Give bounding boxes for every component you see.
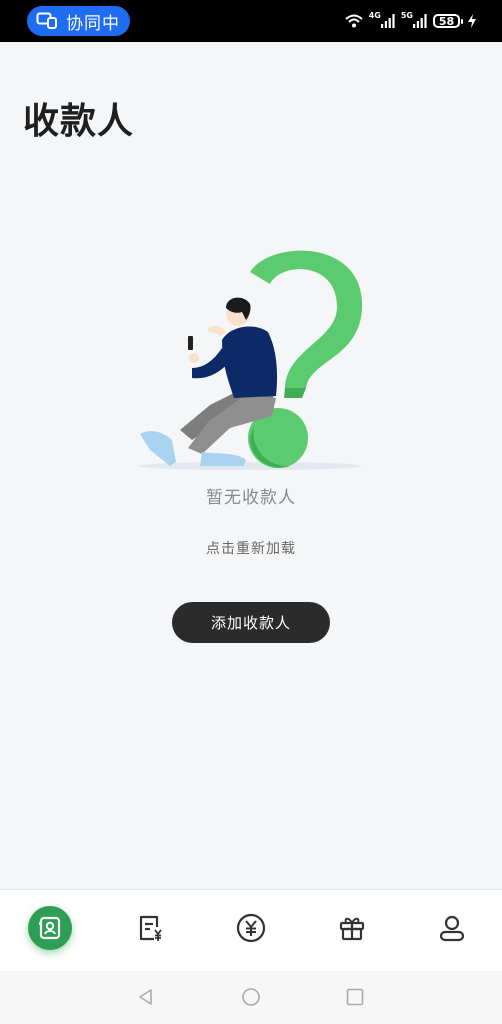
system-nav-bar: [0, 971, 502, 1024]
currency-yuan-icon: [236, 913, 266, 943]
collab-indicator[interactable]: 协同中: [27, 6, 130, 36]
empty-state-title: 暂无收款人: [206, 488, 296, 508]
bill-yuan-icon: [139, 915, 162, 941]
battery-icon: 58: [433, 14, 463, 28]
nav-item-bills[interactable]: [128, 906, 172, 950]
collab-label: 协同中: [66, 13, 120, 34]
nav-item-payees[interactable]: [28, 906, 72, 950]
add-payee-button[interactable]: 添加收款人: [172, 602, 330, 643]
nav-item-exchange[interactable]: [229, 906, 273, 950]
wifi-icon: [345, 14, 363, 28]
empty-state-illustration: [138, 250, 363, 470]
signal-icon: [380, 14, 395, 28]
bottom-nav: [0, 889, 502, 972]
gift-icon: [339, 917, 365, 941]
signal-icon: [413, 14, 427, 28]
payee-contacts-icon: [39, 916, 61, 940]
back-icon[interactable]: [136, 987, 156, 1007]
network-type-label: 5G: [400, 11, 413, 20]
multi-screen-icon: [36, 12, 57, 29]
reload-link[interactable]: 点击重新加载: [0, 538, 502, 558]
profile-icon: [439, 915, 465, 942]
charging-icon: [468, 14, 476, 28]
nav-item-gifts[interactable]: [330, 906, 374, 950]
page-title: 收款人: [23, 101, 135, 142]
battery-level: 58: [438, 14, 455, 28]
nav-item-profile[interactable]: [430, 906, 474, 950]
status-bar: 协同中 4G 5G 58: [0, 0, 502, 42]
status-icons: 4G 5G 58: [345, 11, 476, 31]
network-type-label: 4G: [368, 11, 381, 20]
recents-icon[interactable]: [345, 987, 365, 1007]
home-icon[interactable]: [241, 987, 261, 1007]
